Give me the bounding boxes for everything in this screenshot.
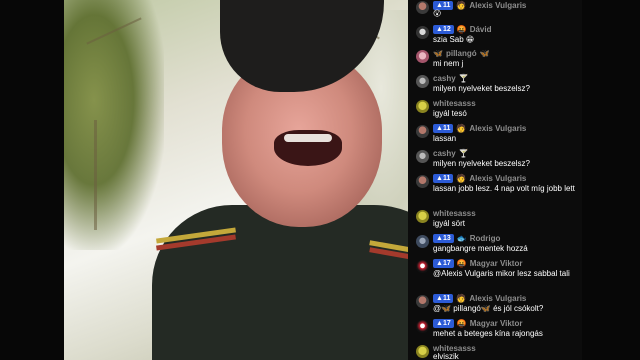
subscriber-badge: ▲12 (433, 25, 454, 34)
tree-trunk (94, 120, 97, 230)
username[interactable]: whitesasss (433, 209, 476, 218)
message-text: @Alexis Vulgaris mikor lesz sabbal tali (433, 269, 570, 278)
message-text: 😮 (433, 9, 442, 18)
user-avatar[interactable] (416, 150, 429, 163)
user-avatar[interactable] (416, 50, 429, 63)
username[interactable]: Alexis Vulgaris (469, 174, 526, 183)
user-avatar[interactable] (416, 175, 429, 188)
username[interactable]: Magyar Viktor (470, 259, 523, 268)
streamer-shirt (152, 205, 408, 360)
badge-emoji-icon: 🧑 (456, 174, 467, 183)
user-avatar[interactable] (416, 210, 429, 223)
user-avatar[interactable] (416, 345, 429, 358)
badge-emoji-icon: 🤬 (456, 25, 467, 34)
username[interactable]: Magyar Viktor (470, 319, 523, 328)
streamer (134, 0, 408, 360)
user-avatar[interactable] (416, 320, 429, 333)
message-text: szia Sab 😁 (433, 35, 475, 44)
username[interactable]: Rodrigo (470, 234, 501, 243)
subscriber-badge: ▲17 (433, 319, 454, 328)
user-avatar[interactable] (416, 295, 429, 308)
message-text: lassan (433, 134, 457, 143)
user-avatar[interactable] (416, 125, 429, 138)
badge-emoji-icon: 🧑 (456, 124, 467, 133)
message-text: mi nem j (433, 59, 464, 68)
user-avatar[interactable] (416, 260, 429, 273)
username[interactable]: Dávid (470, 25, 492, 34)
cocktail-icon: 🍸 (458, 149, 469, 158)
message-text: milyen nyelveket beszelsz? (433, 159, 530, 168)
message-text: gangbangre mentek hozzá (433, 244, 528, 253)
username[interactable]: pillangó (446, 49, 477, 58)
username[interactable]: cashy (433, 74, 456, 83)
message-text: mehet a beteges kína rajongás (433, 329, 543, 338)
subscriber-badge: ▲11 (433, 174, 454, 183)
live-chat-panel[interactable]: ▲11 🧑 Alexis Vulgaris 😮 ▲12 🤬 Dávid szia… (408, 0, 582, 360)
butterfly-icon: 🦋 (433, 49, 443, 58)
user-avatar[interactable] (416, 235, 429, 248)
subscriber-badge: ▲17 (433, 259, 454, 268)
badge-emoji-icon: 🐟 (456, 234, 467, 243)
message-text: milyen nyelveket beszelsz? (433, 84, 530, 93)
cocktail-icon: 🍸 (458, 74, 469, 83)
message-text: @🦋 pillangó🦋 és jól csókolt? (433, 304, 544, 313)
message-text: igyál sört (433, 219, 466, 228)
user-avatar[interactable] (416, 26, 429, 39)
badge-emoji-icon: 🤬 (456, 319, 467, 328)
left-letterbox (0, 0, 64, 360)
badge-emoji-icon: 🤬 (456, 259, 467, 268)
message-text: elviszik (433, 352, 459, 360)
username[interactable]: cashy (433, 149, 456, 158)
streamer-teeth (284, 134, 332, 142)
badge-emoji-icon: 🧑 (456, 294, 467, 303)
username[interactable]: Alexis Vulgaris (469, 124, 526, 133)
live-video-stream[interactable] (64, 0, 408, 360)
user-avatar[interactable] (416, 100, 429, 113)
username[interactable]: Alexis Vulgaris (469, 294, 526, 303)
user-avatar[interactable] (416, 75, 429, 88)
subscriber-badge: ▲13 (433, 234, 454, 243)
butterfly-icon: 🦋 (479, 49, 490, 58)
message-text: igyál tesó (433, 109, 467, 118)
right-letterbox (582, 0, 640, 360)
user-avatar[interactable] (416, 1, 429, 14)
subscriber-badge: ▲11 (433, 124, 454, 133)
message-text: lassan jobb lesz. 4 nap volt míg jobb le… (433, 184, 575, 193)
subscriber-badge: ▲11 (433, 294, 454, 303)
username[interactable]: whitesasss (433, 99, 476, 108)
